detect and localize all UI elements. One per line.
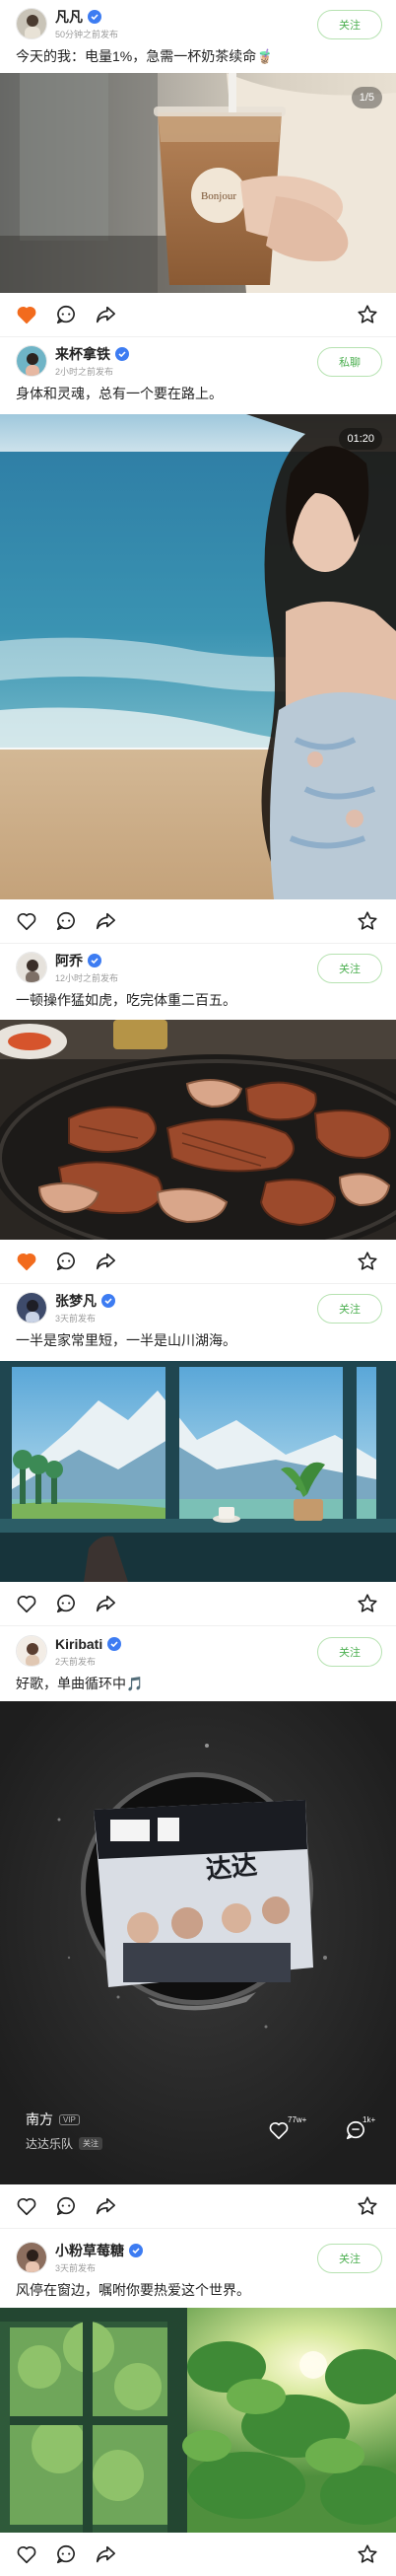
post-time: 2小时之前发布 xyxy=(55,367,114,377)
post-image-window-view[interactable] xyxy=(0,1361,396,1582)
post-header: 阿乔 12小时之前发布 关注 xyxy=(16,952,382,991)
artist-name[interactable]: 达达乐队 xyxy=(26,2135,73,2152)
post-header: 凡凡 50分钟之前发布 关注 xyxy=(16,8,382,47)
music-like-icon[interactable] xyxy=(268,2119,290,2141)
post-header: 张梦凡 3天前发布 关注 xyxy=(16,1292,382,1331)
vip-badge: VIP xyxy=(59,2113,80,2125)
music-comment-count: 1k+ xyxy=(363,2115,376,2124)
divider xyxy=(0,1625,396,1626)
action-bar xyxy=(0,1582,396,1625)
verified-icon xyxy=(129,2244,143,2257)
username[interactable]: 凡凡 xyxy=(55,7,83,27)
verified-icon xyxy=(115,347,129,361)
message-button[interactable]: 私聊 xyxy=(317,347,382,377)
post-time: 12小时之前发布 xyxy=(55,973,119,983)
post-caption: 风停在窗边，嘱咐你要热爱这个世界。 xyxy=(16,2282,250,2298)
follow-button[interactable]: 关注 xyxy=(317,954,382,983)
comment-icon[interactable] xyxy=(55,2543,77,2565)
post-caption: 一半是家常里短，一半是山川湖海。 xyxy=(16,1332,236,1348)
share-icon[interactable] xyxy=(95,304,116,325)
post-time: 3天前发布 xyxy=(55,2263,97,2273)
username[interactable]: 阿乔 xyxy=(55,951,83,970)
username[interactable]: 小粉草莓糖 xyxy=(55,2241,124,2260)
share-icon[interactable] xyxy=(95,2195,116,2217)
divider xyxy=(0,1283,396,1284)
post-time: 3天前发布 xyxy=(55,1314,97,1324)
song-title-row: 南方 VIP xyxy=(26,2110,80,2129)
comment-icon[interactable] xyxy=(55,1593,77,1614)
video-duration-badge: 01:20 xyxy=(339,428,382,450)
verified-icon xyxy=(88,954,101,967)
svg-text:达达: 达达 xyxy=(204,1850,258,1885)
username[interactable]: Kiribati xyxy=(55,1636,102,1652)
username[interactable]: 来杯拿铁 xyxy=(55,344,110,364)
album-disc[interactable]: 达达 xyxy=(81,1772,313,2011)
verified-icon xyxy=(101,1294,115,1308)
heart-icon[interactable] xyxy=(16,910,37,932)
avatar[interactable] xyxy=(16,2242,47,2273)
post-caption: 好歌，单曲循环中🎵 xyxy=(16,1676,144,1691)
star-icon[interactable] xyxy=(357,1251,378,1272)
avatar[interactable] xyxy=(16,952,47,983)
action-bar xyxy=(0,2184,396,2228)
avatar[interactable] xyxy=(16,345,47,377)
music-like-count: 77w+ xyxy=(288,2115,307,2124)
post-caption: 今天的我：电量1%，急需一杯奶茶续命🧋 xyxy=(16,48,274,64)
heart-icon[interactable] xyxy=(16,2195,37,2217)
artist-row: 达达乐队 关注 xyxy=(26,2135,103,2152)
follow-button[interactable]: 关注 xyxy=(317,2244,382,2273)
post-time: 2天前发布 xyxy=(55,1657,97,1667)
post-time: 50分钟之前发布 xyxy=(55,30,119,39)
star-icon[interactable] xyxy=(357,910,378,932)
action-bar xyxy=(0,899,396,943)
heart-icon[interactable] xyxy=(16,304,37,325)
post-header: 来杯拿铁 2小时之前发布 私聊 xyxy=(16,345,382,385)
heart-icon[interactable] xyxy=(16,1251,37,1272)
share-icon[interactable] xyxy=(95,2543,116,2565)
divider xyxy=(0,943,396,944)
post-image-bbq[interactable] xyxy=(0,1020,396,1240)
divider xyxy=(0,336,396,337)
share-icon[interactable] xyxy=(95,1593,116,1614)
post-caption: 一顿操作猛如虎，吃完体重二百五。 xyxy=(16,992,236,1008)
comment-icon[interactable] xyxy=(55,304,77,325)
post-music-player[interactable]: 达达 南方 VIP 达达乐队 关注 77w+ 1k+ xyxy=(0,1701,396,2184)
post-caption: 身体和灵魂，总有一个要在路上。 xyxy=(16,386,223,401)
action-bar xyxy=(0,2533,396,2576)
post-header: 小粉草莓糖 3天前发布 关注 xyxy=(16,2242,382,2281)
heart-icon[interactable] xyxy=(16,2543,37,2565)
avatar[interactable] xyxy=(16,1635,47,1667)
star-icon[interactable] xyxy=(357,2543,378,2565)
post-header: Kiribati 2天前发布 关注 xyxy=(16,1635,382,1675)
action-bar xyxy=(0,293,396,336)
follow-button[interactable]: 关注 xyxy=(317,1637,382,1667)
star-icon[interactable] xyxy=(357,1593,378,1614)
post-image-green-window[interactable] xyxy=(0,2308,396,2533)
comment-icon[interactable] xyxy=(55,2195,77,2217)
heart-icon[interactable] xyxy=(16,1593,37,1614)
comment-icon[interactable] xyxy=(55,910,77,932)
star-icon[interactable] xyxy=(357,304,378,325)
follow-button[interactable]: 关注 xyxy=(317,1294,382,1324)
share-icon[interactable] xyxy=(95,910,116,932)
star-icon[interactable] xyxy=(357,2195,378,2217)
share-icon[interactable] xyxy=(95,1251,116,1272)
avatar[interactable] xyxy=(16,1292,47,1324)
action-bar xyxy=(0,1240,396,1283)
verified-icon xyxy=(88,10,101,24)
comment-icon[interactable] xyxy=(55,1251,77,1272)
follow-button[interactable]: 关注 xyxy=(317,10,382,39)
avatar[interactable] xyxy=(16,8,47,39)
artist-follow-button[interactable]: 关注 xyxy=(79,2137,103,2150)
username[interactable]: 张梦凡 xyxy=(55,1291,97,1311)
image-counter-badge: 1/5 xyxy=(351,87,382,108)
divider xyxy=(0,2228,396,2229)
verified-icon xyxy=(107,1637,122,1651)
song-title[interactable]: 南方 xyxy=(26,2110,53,2129)
post-video-beach[interactable]: 01:20 xyxy=(0,414,396,899)
svg-text:Bonjour: Bonjour xyxy=(201,190,236,202)
post-image-milk-tea[interactable]: Bonjour 1/5 xyxy=(0,73,396,293)
